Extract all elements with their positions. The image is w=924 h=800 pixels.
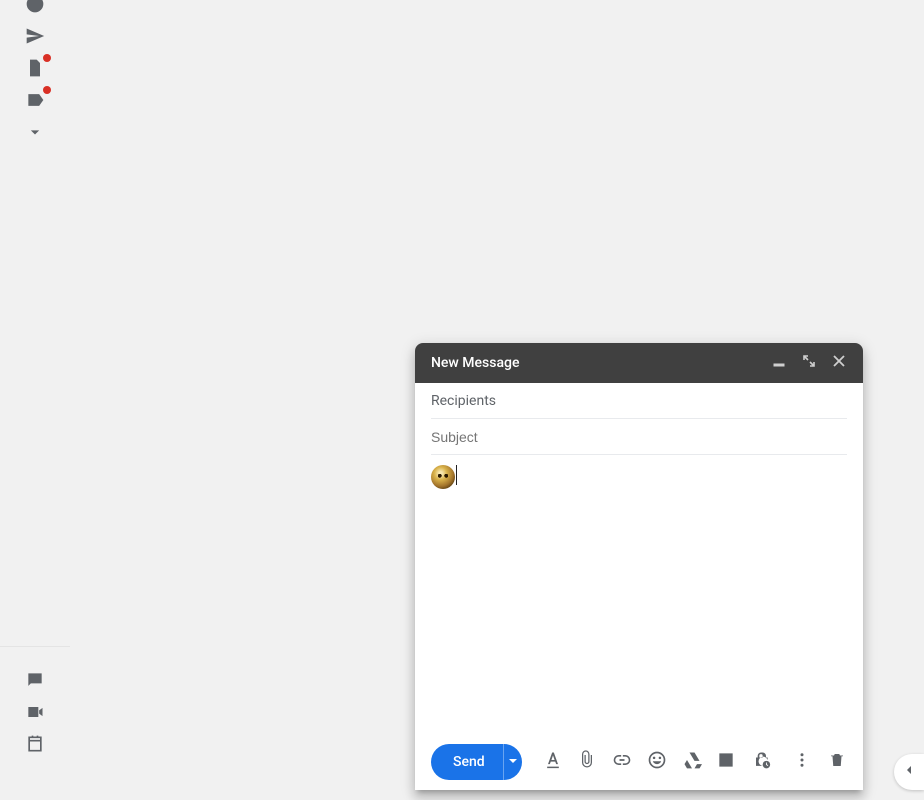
compose-header[interactable]: New Message (415, 343, 863, 383)
sidebar-item-snoozed[interactable] (15, 0, 55, 22)
confidential-button[interactable] (747, 746, 776, 778)
close-icon (833, 355, 845, 371)
sidebar-item-more[interactable] (15, 118, 55, 150)
subject-row[interactable] (431, 419, 847, 455)
compose-title: New Message (431, 355, 767, 371)
discard-button[interactable] (822, 746, 851, 778)
send-icon (25, 26, 45, 50)
chevron-left-icon (901, 762, 917, 782)
emoji-icon (647, 750, 667, 774)
chat-icon (25, 670, 45, 694)
side-panel-toggle[interactable] (894, 754, 924, 790)
compose-dialog: New Message Recipients (415, 343, 863, 790)
text-caret (456, 465, 457, 485)
sidebar-item-sent[interactable] (15, 22, 55, 54)
videocam-icon (25, 702, 45, 726)
minimize-button[interactable] (767, 351, 791, 375)
formatting-icon (543, 750, 563, 774)
nav-bottom-group (15, 666, 55, 762)
send-button[interactable]: Send (431, 744, 503, 780)
drive-button[interactable] (677, 746, 706, 778)
fullscreen-button[interactable] (797, 351, 821, 375)
lock-clock-icon (751, 750, 771, 774)
sidebar-item-rooms[interactable] (15, 730, 55, 762)
sidebar-item-chat[interactable] (15, 666, 55, 698)
send-split-button: Send (431, 744, 522, 780)
image-button[interactable] (712, 746, 741, 778)
recipients-placeholder[interactable]: Recipients (431, 393, 847, 409)
drafts-badge (43, 54, 51, 62)
file-icon (25, 58, 45, 82)
sidebar-item-category[interactable] (15, 86, 55, 118)
send-more-button[interactable] (503, 744, 523, 780)
emoji-button[interactable] (643, 746, 672, 778)
clock-icon (25, 0, 45, 18)
link-button[interactable] (608, 746, 637, 778)
label-icon (25, 90, 45, 114)
drive-icon (682, 750, 702, 774)
sidebar-item-drafts[interactable] (15, 54, 55, 86)
nav-top-group (15, 0, 55, 150)
nav-sidebar (0, 0, 70, 800)
category-badge (43, 86, 51, 94)
compose-body[interactable] (415, 455, 863, 738)
subject-input[interactable] (431, 429, 847, 445)
chevron-down-icon (25, 122, 45, 146)
expand-icon (803, 355, 815, 371)
send-label: Send (453, 754, 485, 770)
caret-down-icon (508, 754, 518, 770)
compose-header-controls (767, 351, 851, 375)
close-button[interactable] (827, 351, 851, 375)
attach-icon (577, 750, 597, 774)
trash-icon (828, 751, 846, 773)
more-options-button[interactable] (787, 746, 816, 778)
compose-toolbar: Send (415, 738, 863, 790)
calendar-icon (25, 734, 45, 758)
formatting-button[interactable] (538, 746, 567, 778)
minimize-icon (773, 355, 785, 371)
image-icon (716, 750, 736, 774)
sidebar-item-meet[interactable] (15, 698, 55, 730)
recipients-row[interactable]: Recipients (431, 383, 847, 419)
link-icon (612, 750, 632, 774)
more-vert-icon (793, 751, 811, 773)
compose-fields: Recipients (415, 383, 863, 455)
body-emoji (431, 465, 455, 489)
attach-button[interactable] (573, 746, 602, 778)
